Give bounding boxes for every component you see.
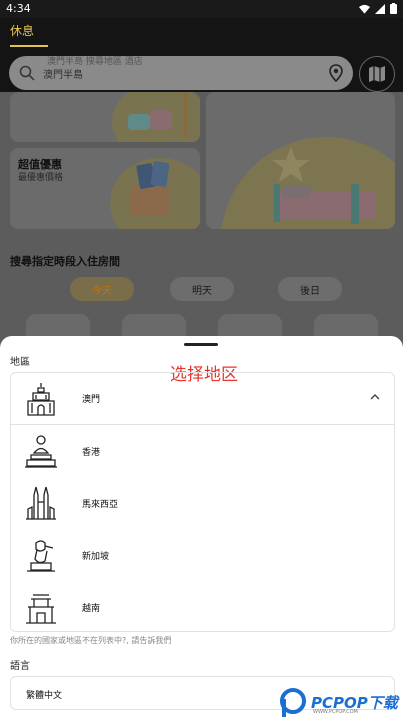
region-label: 地區	[10, 357, 30, 368]
deal-card[interactable]: 超值優惠 最優惠價格	[10, 148, 200, 229]
wifi-icon	[359, 4, 370, 14]
language-value: 繁體中文	[26, 691, 63, 701]
section-title: 搜尋指定時段入住房間	[10, 255, 120, 268]
region-name: 馬來西亞	[82, 499, 119, 510]
search-bar[interactable]: 澳門半島 搜尋地區 酒店 澳門半島	[9, 56, 353, 90]
deal-card-subtitle: 最優惠價格	[18, 173, 64, 183]
sheet-drag-handle[interactable]	[184, 343, 218, 346]
region-item-vietnam[interactable]: 越南	[11, 581, 394, 633]
region-item-macau[interactable]: 澳門	[11, 373, 394, 425]
day-tomorrow[interactable]: 明天	[170, 277, 234, 301]
watermark: PCPOP下载 WWW.PCPOP.COM	[279, 684, 403, 720]
battery-icon	[390, 3, 397, 14]
region-item-singapore[interactable]: 新加坡	[11, 529, 394, 581]
petronas-towers-icon	[26, 486, 56, 520]
content-area: 超值優惠 最優惠價格 搜尋指定時段入住房間 今天 明天 後日	[0, 92, 403, 354]
macau-ruins-icon	[27, 382, 55, 416]
day-after[interactable]: 後日	[278, 277, 342, 301]
search-input[interactable]: 澳門半島	[43, 66, 329, 81]
region-missing-hint[interactable]: 你所在的國家或地區不在列表中?, 請告訴我們	[10, 635, 171, 646]
chevron-up-icon[interactable]	[370, 393, 380, 401]
map-view-button[interactable]	[359, 56, 395, 92]
map-icon	[369, 66, 385, 82]
pillows-illustration	[112, 92, 200, 142]
promo-card-top[interactable]	[10, 92, 200, 142]
region-bottom-sheet: 地區 选择地区 澳門 香港 馬來西亞 新加坡 越南 你所在的國家或地區不在列表中…	[0, 336, 403, 720]
promo-card-bed[interactable]	[206, 92, 395, 229]
status-bar: 4:34	[0, 0, 403, 18]
watermark-url: WWW.PCPOP.COM	[313, 709, 358, 715]
status-icons	[359, 3, 397, 14]
search-ghost-text: 澳門半島 搜尋地區 酒店	[47, 57, 143, 67]
signal-icon	[375, 3, 385, 14]
region-name: 新加坡	[82, 551, 110, 562]
region-item-hongkong[interactable]: 香港	[11, 425, 394, 477]
merlion-icon	[27, 540, 55, 572]
top-header: 休息 澳門半島 搜尋地區 酒店 澳門半島	[0, 18, 403, 92]
search-icon	[19, 65, 35, 81]
region-name: 澳門	[82, 395, 101, 405]
pcpop-logo-icon	[280, 688, 306, 717]
status-time: 4:34	[6, 2, 31, 15]
buddha-statue-icon	[25, 435, 57, 468]
region-name: 越南	[82, 603, 101, 614]
region-name: 香港	[82, 447, 101, 458]
region-list: 澳門 香港 馬來西亞 新加坡 越南	[10, 372, 395, 632]
region-item-malaysia[interactable]: 馬來西亞	[11, 477, 394, 529]
day-today[interactable]: 今天	[70, 277, 134, 301]
tab-rest[interactable]: 休息	[10, 22, 48, 47]
bed-illustration	[221, 137, 395, 229]
pagoda-gate-icon	[26, 594, 56, 624]
location-pin-icon[interactable]	[329, 64, 343, 82]
language-label: 語言	[10, 661, 30, 672]
